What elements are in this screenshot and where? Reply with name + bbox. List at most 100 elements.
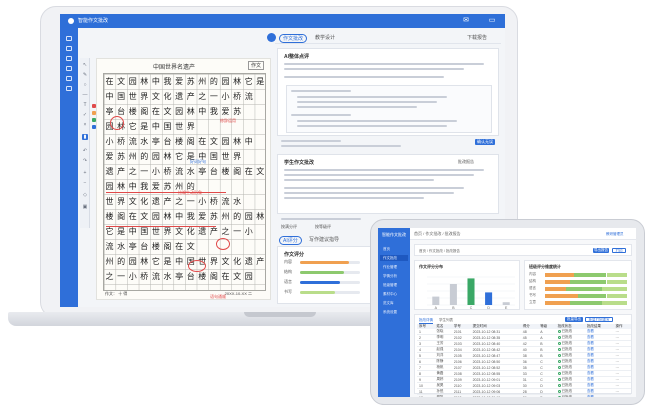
essay-character: 园: [105, 182, 114, 191]
tab-essay-review[interactable]: 作文批改: [279, 34, 308, 43]
view-result-link[interactable]: 查看: [584, 394, 614, 397]
row-actions[interactable]: ···: [613, 394, 631, 397]
radio-grade[interactable]: 按等级评: [315, 224, 331, 230]
status-ok-icon: [557, 377, 561, 381]
circle-tool-icon[interactable]: ○: [82, 82, 88, 88]
window-icon[interactable]: ▭: [488, 17, 496, 25]
tablet-nav-item[interactable]: 首页: [380, 246, 408, 252]
tab-writing-advice[interactable]: 写作建议指导: [309, 236, 339, 243]
nav-item-library-icon[interactable]: [66, 76, 72, 81]
nav-item-home-icon[interactable]: [66, 36, 72, 41]
chart-bar: [432, 296, 440, 305]
undo-tool-icon[interactable]: ↶: [82, 148, 88, 154]
dimension-segment: [606, 294, 627, 298]
essay-character: 水: [117, 242, 126, 251]
print-button[interactable]: 打印: [612, 248, 626, 253]
batch-export-button[interactable]: 批量导出: [565, 317, 583, 322]
review-report-link[interactable]: 批改报告: [458, 159, 474, 165]
chart-tick-label: D: [487, 306, 490, 310]
status-ok-icon: [557, 359, 561, 363]
status-ok-icon: [557, 329, 561, 333]
tablet-nav-item[interactable]: 作业管理: [380, 264, 408, 270]
nav-item-report-icon[interactable]: [66, 66, 72, 71]
essay-character: 它: [151, 257, 160, 266]
essay-character: 桥: [117, 137, 126, 146]
essay-character: 园: [244, 272, 253, 281]
nav-item-class-icon[interactable]: [66, 56, 72, 61]
student-essay-review-card: 学生作文批改 批改报告: [277, 154, 499, 214]
tab-ai-score[interactable]: AI评分: [279, 236, 302, 245]
annotation-circle[interactable]: [216, 238, 230, 250]
status-ok-icon: [557, 353, 561, 357]
ai-overall-review-card: AI整体点评: [277, 48, 499, 136]
essay-character: 在: [198, 137, 207, 146]
essay-grid[interactable]: 在文园林中我爱苏州的园林它是中国世界文化遗产之一小桥流亭台楼阁在文园林中我爱苏园…: [103, 73, 266, 291]
text-line: [281, 140, 341, 142]
essay-character: 爱: [151, 182, 160, 191]
save-tool-icon[interactable]: ▣: [82, 204, 88, 210]
essay-character: 是: [117, 227, 126, 236]
export-report-button[interactable]: 导出报告: [593, 248, 609, 253]
check-tool-icon[interactable]: ✓: [82, 112, 88, 118]
essay-character: 之: [221, 227, 230, 236]
tab-student-list[interactable]: 学生列表: [439, 318, 453, 323]
essay-character: 我: [209, 107, 218, 116]
nav-item-settings-icon[interactable]: [66, 86, 72, 91]
score-fill: [300, 291, 335, 294]
tablet-nav-item[interactable]: 素材中心: [380, 291, 408, 297]
essay-character: 是: [163, 257, 172, 266]
message-icon[interactable]: ✉: [462, 17, 470, 25]
annotation-circle[interactable]: [110, 116, 124, 130]
score-label: 内容: [284, 259, 292, 264]
student-table-card: 批改详情 学生列表 批量导出 批量打回重写 序号 姓名 学号 提交时间 得分 等级 批改状态…: [414, 314, 632, 397]
text-line: [291, 90, 351, 92]
tablet-nav-item[interactable]: 班级管理: [380, 282, 408, 288]
essay-character: 文: [117, 77, 126, 86]
essay-character: 一: [186, 197, 195, 206]
text-tool-icon[interactable]: T: [82, 102, 88, 108]
tab-teaching-design[interactable]: 教学设计: [315, 34, 335, 41]
essay-character: 之: [198, 92, 207, 101]
essay-character: 州: [221, 212, 230, 221]
download-report-link[interactable]: 下载报告: [467, 34, 487, 41]
cross-tool-icon[interactable]: ×: [82, 122, 88, 128]
line-tool-icon[interactable]: —: [82, 92, 88, 98]
essay-character: 中: [151, 122, 160, 131]
essay-character: 台: [140, 242, 149, 251]
tablet-nav-item[interactable]: 作文批改: [380, 255, 408, 261]
pen-tool-icon[interactable]: ✎: [82, 72, 88, 78]
essay-character: 中: [151, 77, 160, 86]
zoom-out-icon[interactable]: −: [82, 180, 88, 186]
dimension-segment: [602, 301, 627, 305]
tablet-nav-item[interactable]: 范文库: [380, 300, 408, 306]
score-distribution-chart: A B C D E: [427, 276, 515, 310]
annotation-circle[interactable]: [188, 260, 206, 272]
radio-full-score[interactable]: 按满分评: [281, 224, 297, 230]
essay-footer-left: 作文： 十 得: [105, 291, 128, 296]
essay-character: 水: [186, 167, 195, 176]
batch-return-button[interactable]: 批量打回重写: [585, 317, 613, 322]
table-body: 1 张晓 2101 2023-10-12 08:31 48 A 已批改 查看 ··· 2 李明 21…: [417, 329, 631, 397]
table-row[interactable]: 12郑凯21122023-10-12 09:1026D 已批改查看···: [417, 394, 631, 397]
essay-character: 苏: [233, 107, 242, 116]
text-line: [281, 145, 401, 147]
eraser-tool-icon[interactable]: ◇: [82, 192, 88, 198]
zoom-in-icon[interactable]: +: [82, 170, 88, 176]
select-tool-icon[interactable]: ↖: [82, 62, 88, 68]
tablet-nav-item[interactable]: 学情分析: [380, 273, 408, 279]
redo-tool-icon[interactable]: ↷: [82, 158, 88, 164]
essay-character: 州: [198, 77, 207, 86]
tablet-nav-item[interactable]: 系统设置: [380, 309, 408, 315]
essay-character: 阁: [209, 272, 218, 281]
dimension-segment: [565, 287, 603, 291]
text-line: [284, 174, 474, 176]
essay-character: 的: [140, 152, 149, 161]
nav-item-essay-icon[interactable]: [66, 46, 72, 51]
annotation-note: 语句通顺: [210, 294, 226, 299]
highlight-tool-icon[interactable]: ▮: [82, 134, 88, 140]
confirm-button[interactable]: 确认无误: [475, 139, 495, 145]
user-menu[interactable]: 教研管理员: [606, 232, 624, 237]
chart-bar: [485, 292, 493, 305]
essay-character: 中: [128, 227, 137, 236]
left-nav: [60, 28, 78, 307]
